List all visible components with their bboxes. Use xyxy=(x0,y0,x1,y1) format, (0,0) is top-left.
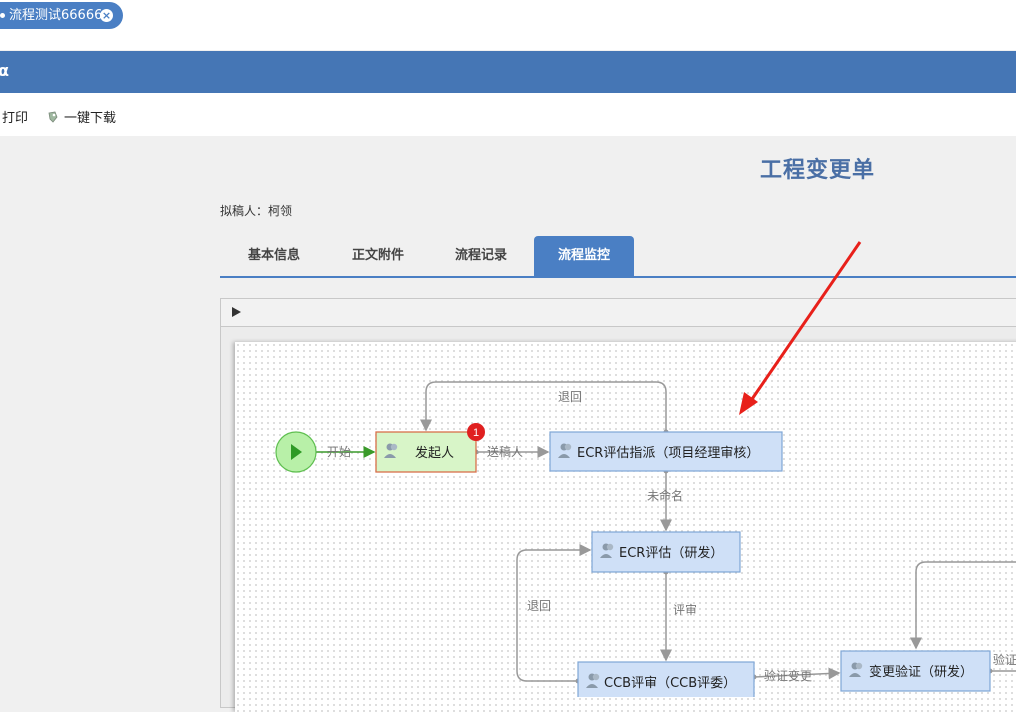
edge-start[interactable]: 开始 xyxy=(316,445,374,459)
svg-text:1: 1 xyxy=(473,427,479,439)
edge-verify-change[interactable]: 验证变更 xyxy=(752,668,840,683)
node-change-verify[interactable]: 变更验证（研发） xyxy=(841,651,990,691)
node-ecr-eval-label: ECR评估（研发） xyxy=(619,545,723,561)
edge-label-verify-change: 验证变更 xyxy=(764,668,812,683)
notification-badge: 1 xyxy=(467,423,485,441)
node-ecr-eval[interactable]: ECR评估（研发） xyxy=(592,532,740,572)
edge-label-review: 评审 xyxy=(673,602,697,617)
node-ecr-assign[interactable]: ECR评估指派（项目经理审核） xyxy=(550,432,782,471)
node-ecr-assign-label: ECR评估指派（项目经理审核） xyxy=(577,446,759,461)
node-ccb-review-label: CCB评审（CCB评委） xyxy=(604,676,736,691)
node-initiator-label: 发起人 xyxy=(415,445,454,461)
flow-diagram: 开始 送稿人 退回 未命名 评审 退回 验证变更 验证 xyxy=(0,0,1016,697)
edge-verify-loop[interactable] xyxy=(916,562,1016,648)
edge-label-return-2: 退回 xyxy=(527,599,551,613)
edge-label-start: 开始 xyxy=(327,445,351,459)
annotation-arrow xyxy=(739,242,860,415)
edge-label-return-1: 退回 xyxy=(558,390,582,404)
edge-review[interactable]: 评审 xyxy=(664,570,698,661)
edge-unnamed[interactable]: 未命名 xyxy=(647,469,683,531)
start-node[interactable] xyxy=(276,432,316,472)
node-initiator[interactable]: 发起人 1 xyxy=(376,423,485,472)
edge-label-send-draft: 送稿人 xyxy=(487,444,523,459)
node-ccb-review[interactable]: CCB评审（CCB评委） xyxy=(578,662,754,697)
edge-verify-out[interactable]: 验证 xyxy=(988,652,1016,674)
edge-label-verify: 验证 xyxy=(993,652,1016,667)
edge-return-1[interactable]: 退回 xyxy=(426,382,669,435)
edge-send-draft[interactable]: 送稿人 xyxy=(474,444,549,459)
node-change-verify-label: 变更验证（研发） xyxy=(869,664,973,680)
edge-label-unnamed: 未命名 xyxy=(647,488,683,503)
